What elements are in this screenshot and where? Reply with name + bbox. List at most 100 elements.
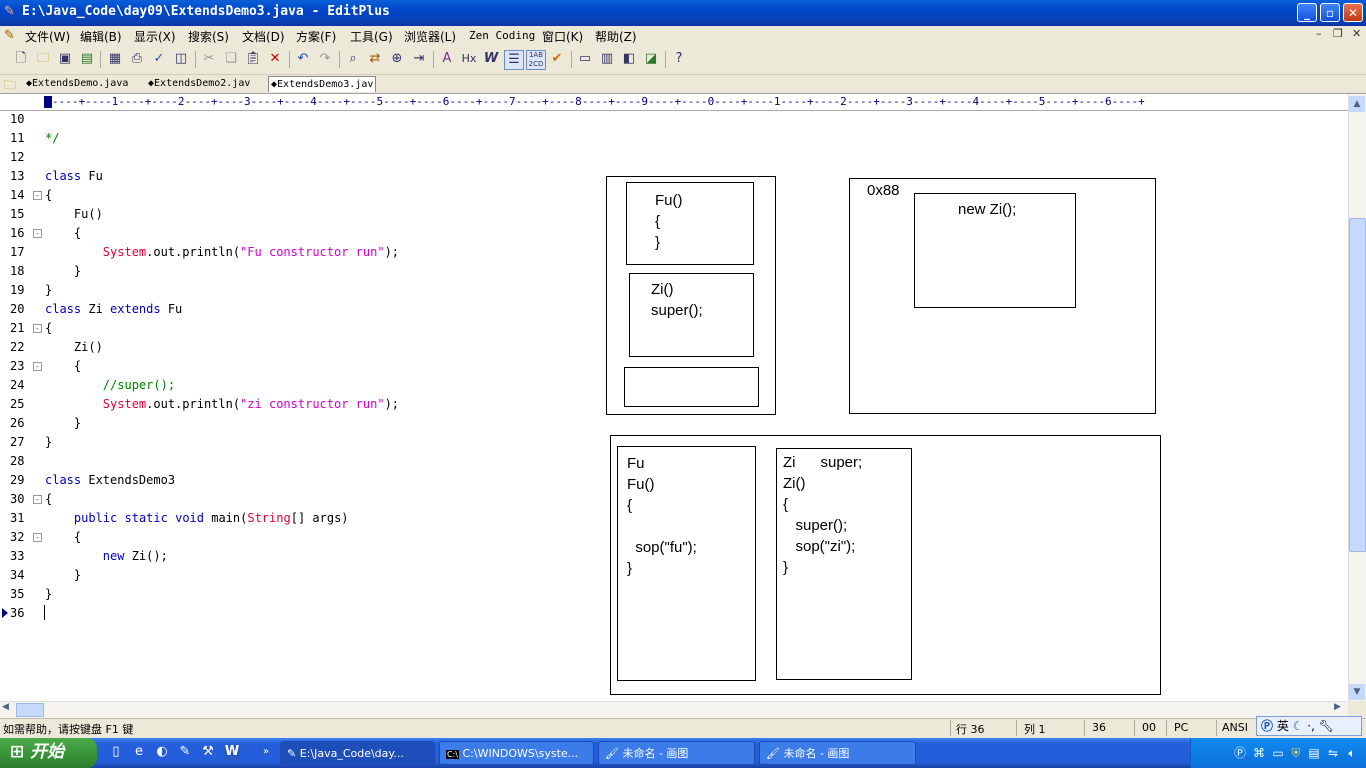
goto-line-icon[interactable]: ⇥ (410, 50, 428, 68)
find-in-files-icon[interactable]: ⊕ (388, 50, 406, 68)
display-icon[interactable]: ▤ (1306, 745, 1322, 761)
minimize-button[interactable]: _ (1297, 3, 1317, 22)
open-folder-icon[interactable]: 🗀 (34, 50, 52, 68)
editplus-quicklaunch-icon[interactable]: ✎ (177, 744, 193, 760)
moon-icon[interactable]: ☾ (1293, 719, 1304, 733)
network-icon[interactable]: ⌘ (1251, 745, 1267, 761)
close-button[interactable]: ✕ (1343, 3, 1363, 22)
doc-minimize-button[interactable]: – (1316, 27, 1322, 40)
usb-icon[interactable]: ⇋ (1325, 745, 1341, 761)
paste-icon[interactable]: 📋︎ (244, 50, 262, 68)
scroll-down-arrow[interactable]: ▼ (1349, 684, 1365, 700)
menu-project[interactable]: 方案(F) (296, 28, 336, 45)
quicklaunch-more-icon[interactable]: » (258, 744, 274, 760)
word-quicklaunch-icon[interactable]: W (224, 744, 240, 760)
line-number: 28 (10, 454, 25, 468)
code-line: } (45, 585, 52, 604)
font-icon[interactable]: A (438, 50, 456, 68)
fold-toggle-icon[interactable]: - (33, 362, 42, 371)
clip-icon[interactable]: ▥ (598, 50, 616, 68)
menu-edit[interactable]: 编辑(B) (80, 28, 122, 45)
new-file-icon[interactable]: 🗋 (12, 50, 30, 68)
task-editplus[interactable]: ✎ E:\Java_Code\day... (280, 741, 435, 765)
checkmark-icon[interactable]: ✔ (548, 50, 566, 68)
save-icon[interactable]: ▣ (56, 50, 74, 68)
media-quicklaunch-icon[interactable]: ◐ (154, 744, 170, 760)
ime-punctuation-icon[interactable]: ·, (1307, 719, 1315, 733)
fold-toggle-icon[interactable]: - (33, 191, 42, 200)
menu-document[interactable]: 文档(D) (242, 28, 285, 45)
start-button[interactable]: ⊞ 开始 (0, 738, 97, 768)
find-icon[interactable]: ⌕ (344, 50, 362, 68)
menu-zen-coding[interactable]: Zen Coding (469, 29, 535, 42)
view-icon[interactable]: ▭ (576, 50, 594, 68)
column-select-icon[interactable]: 1AB 2CD (526, 50, 546, 70)
menu-search[interactable]: 搜索(S) (188, 28, 229, 45)
scroll-left-arrow[interactable]: ◀ (2, 702, 9, 712)
help-icon[interactable]: ? (670, 50, 688, 68)
menu-browser[interactable]: 浏览器(L) (404, 28, 456, 45)
scroll-right-arrow[interactable]: ▶ (1334, 702, 1341, 712)
code-token: "Fu constructor run" (240, 245, 385, 259)
tools-quicklaunch-icon[interactable]: ⚒ (200, 744, 216, 760)
fold-toggle-icon[interactable]: - (33, 229, 42, 238)
code-token: [] args) (290, 511, 349, 525)
redo-icon[interactable]: ↷ (316, 50, 334, 68)
ime-tray-icon[interactable]: Ⓟ (1232, 745, 1248, 761)
tab-extendsdemo2[interactable]: ◆ExtendsDemo2.jav (146, 76, 252, 91)
line-number: 18 (10, 264, 25, 278)
menu-tools[interactable]: 工具(G) (350, 28, 393, 45)
delete-icon[interactable]: ✕ (266, 50, 284, 68)
save-all-icon[interactable]: ▤ (78, 50, 96, 68)
horizontal-scroll-thumb[interactable] (16, 703, 44, 717)
fold-toggle-icon[interactable]: - (33, 495, 42, 504)
replace-icon[interactable]: ⇄ (366, 50, 384, 68)
line-number: 29 (10, 473, 25, 487)
task-paint-1[interactable]: 🖌︎ 未命名 - 画图 (598, 741, 755, 765)
code-token: System (102, 245, 147, 259)
paint-icon: 🖌︎ (766, 747, 780, 760)
fold-toggle-icon[interactable]: - (33, 324, 42, 333)
monitor-icon[interactable]: ▭ (1270, 745, 1286, 761)
line-number-icon[interactable]: ☰ (504, 50, 524, 70)
doc-close-button[interactable]: ✕ (1352, 27, 1361, 40)
cut-icon[interactable]: ✂ (200, 50, 218, 68)
horizontal-scrollbar[interactable] (0, 701, 1348, 718)
undo-icon[interactable]: ↶ (294, 50, 312, 68)
vertical-scroll-thumb[interactable] (1349, 218, 1366, 552)
tab-extendsdemo3[interactable]: ◆ExtendsDemo3.jav (268, 76, 377, 92)
line-number: 31 (10, 511, 25, 525)
menu-file[interactable]: 文件(W) (25, 28, 70, 45)
text-caret (44, 605, 45, 620)
wrench-icon[interactable]: 🔧︎ (1319, 719, 1334, 733)
scroll-up-arrow[interactable]: ▲ (1349, 96, 1365, 112)
print-icon[interactable]: ⎙ (128, 50, 146, 68)
print-preview-icon[interactable]: ▦ (106, 50, 124, 68)
directory-icon[interactable]: ◧ (620, 50, 638, 68)
security-shield-icon[interactable]: ⛨ (1288, 745, 1304, 761)
menu-window[interactable]: 窗口(K) (542, 28, 583, 45)
fold-toggle-icon[interactable]: - (33, 533, 42, 542)
menu-help[interactable]: 帮助(Z) (595, 28, 637, 45)
save-browser-icon[interactable]: ◫ (172, 50, 190, 68)
task-paint-2[interactable]: 🖌︎ 未命名 - 画图 (759, 741, 916, 765)
maximize-button[interactable]: ▫ (1320, 3, 1340, 22)
ime-language[interactable]: 英 (1277, 719, 1289, 733)
volume-icon[interactable]: 🔈︎ (1344, 745, 1360, 761)
ime-toolbar[interactable]: Ⓟ 英 ☾ ·, 🔧︎ (1256, 716, 1362, 736)
tab-extendsdemo[interactable]: ◆ExtendsDemo.java (24, 76, 130, 91)
code-line: { (45, 357, 81, 376)
spell-check-icon[interactable]: ✓ (150, 50, 168, 68)
snippet-icon[interactable]: ◪ (642, 50, 660, 68)
menu-view[interactable]: 显示(X) (134, 28, 176, 45)
ie-quicklaunch-icon[interactable]: e (131, 744, 147, 760)
desktop-quicklaunch-icon[interactable]: ▯ (108, 744, 124, 760)
copy-icon[interactable]: ❏ (222, 50, 240, 68)
ime-logo-icon: Ⓟ (1261, 719, 1274, 733)
html-heading-icon[interactable]: Hx (460, 50, 478, 68)
word-wrap-icon[interactable]: W (482, 50, 500, 68)
task-cmd[interactable]: C:\ C:\WINDOWS\syste... (439, 741, 594, 765)
code-token: Zi (81, 302, 111, 316)
doc-restore-button[interactable]: ❐ (1333, 27, 1343, 40)
